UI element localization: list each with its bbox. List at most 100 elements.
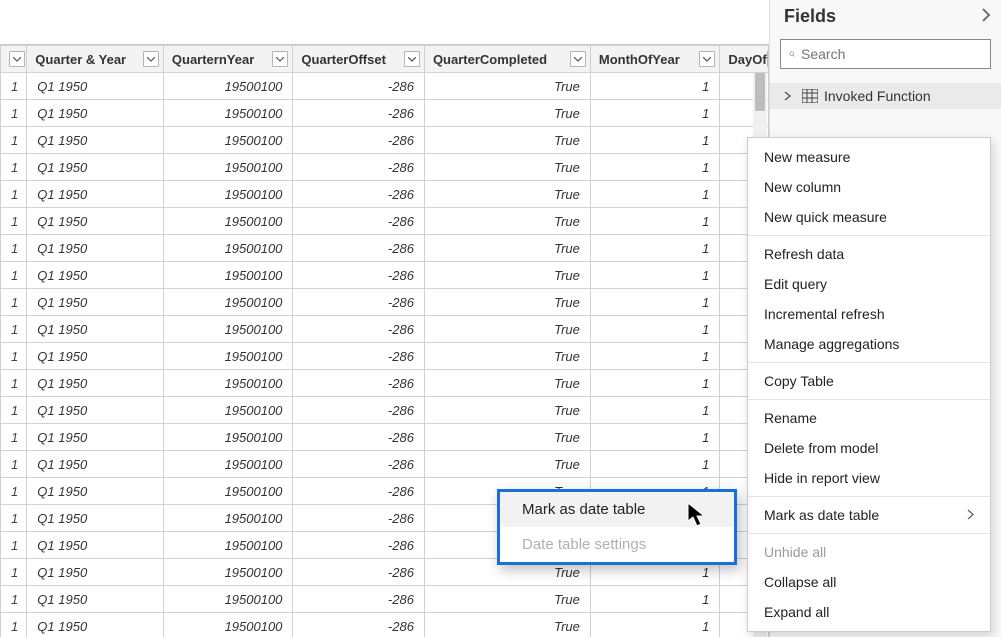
menu-item-copy-table[interactable]: Copy Table <box>748 366 990 396</box>
menu-separator <box>748 533 990 534</box>
menu-item-collapse-all[interactable]: Collapse all <box>748 567 990 597</box>
row-index-header[interactable] <box>1 46 27 73</box>
menu-item-label: Edit query <box>764 276 827 292</box>
row-index-cell: 1 <box>1 73 27 100</box>
cell-qy: Q1 1950 <box>27 505 164 532</box>
menu-item-new-quick-measure[interactable]: New quick measure <box>748 202 990 232</box>
menu-item-rename[interactable]: Rename <box>748 403 990 433</box>
cell-qy: Q1 1950 <box>27 532 164 559</box>
menu-item-new-measure[interactable]: New measure <box>748 142 990 172</box>
menu-item-incremental-refresh[interactable]: Incremental refresh <box>748 299 990 329</box>
fields-tree-item-invoked-function[interactable]: Invoked Function <box>770 83 1001 109</box>
menu-item-refresh-data[interactable]: Refresh data <box>748 239 990 269</box>
table-row[interactable]: 1Q1 195019500100-286True1 <box>1 424 769 451</box>
menu-item-label: Manage aggregations <box>764 336 899 352</box>
table-row[interactable]: 1Q1 195019500100-286True1 <box>1 208 769 235</box>
table-row[interactable]: 1Q1 195019500100-286True1 <box>1 343 769 370</box>
cell-qcomp: True <box>424 127 590 154</box>
filter-dropdown-icon[interactable] <box>699 51 715 67</box>
menu-item-edit-query[interactable]: Edit query <box>748 269 990 299</box>
menu-item-hide-in-report-view[interactable]: Hide in report view <box>748 463 990 493</box>
cell-qoff: -286 <box>293 316 425 343</box>
filter-dropdown-icon[interactable] <box>272 51 288 67</box>
cell-qy: Q1 1950 <box>27 181 164 208</box>
table-row[interactable]: 1Q1 195019500100-286True1 <box>1 235 769 262</box>
cell-qny: 19500100 <box>163 316 293 343</box>
table-row[interactable]: 1Q1 195019500100-286True1 <box>1 73 769 100</box>
filter-dropdown-icon[interactable] <box>767 51 769 67</box>
column-header-qcomp[interactable]: QuarterCompleted <box>424 46 590 73</box>
table-row[interactable]: 1Q1 195019500100-286True1 <box>1 451 769 478</box>
table-row[interactable]: 1Q1 195019500100-286True1 <box>1 370 769 397</box>
menu-item-new-column[interactable]: New column <box>748 172 990 202</box>
row-index-cell: 1 <box>1 289 27 316</box>
cell-qny: 19500100 <box>163 289 293 316</box>
cell-qcomp: True <box>424 289 590 316</box>
menu-item-expand-all[interactable]: Expand all <box>748 597 990 627</box>
filter-dropdown-icon[interactable] <box>570 51 586 67</box>
row-index-cell: 1 <box>1 343 27 370</box>
column-header-moy[interactable]: MonthOfYear <box>590 46 720 73</box>
cell-qy: Q1 1950 <box>27 289 164 316</box>
filter-icon[interactable] <box>9 51 25 67</box>
menu-item-mark-as-date-table[interactable]: Mark as date table <box>748 500 990 530</box>
cell-qny: 19500100 <box>163 505 293 532</box>
cell-qcomp: True <box>424 100 590 127</box>
table-row[interactable]: 1Q1 195019500100-286True1 <box>1 613 769 637</box>
table-row[interactable]: 1Q1 195019500100-286True1 <box>1 181 769 208</box>
fields-title: Fields <box>784 6 836 27</box>
cell-qy: Q1 1950 <box>27 100 164 127</box>
row-index-cell: 1 <box>1 208 27 235</box>
chevron-right-icon[interactable] <box>784 88 798 104</box>
cell-qoff: -286 <box>293 532 425 559</box>
column-header-qy[interactable]: Quarter & Year <box>27 46 164 73</box>
table-row[interactable]: 1Q1 195019500100-286True1 <box>1 316 769 343</box>
cell-qoff: -286 <box>293 154 425 181</box>
cell-qny: 19500100 <box>163 127 293 154</box>
table-row[interactable]: 1Q1 195019500100-286True1 <box>1 289 769 316</box>
cell-moy: 1 <box>590 208 720 235</box>
cell-qy: Q1 1950 <box>27 235 164 262</box>
cell-qy: Q1 1950 <box>27 343 164 370</box>
menu-item-delete-from-model[interactable]: Delete from model <box>748 433 990 463</box>
cell-qny: 19500100 <box>163 370 293 397</box>
filter-dropdown-icon[interactable] <box>143 51 159 67</box>
chevron-right-icon[interactable] <box>982 6 991 27</box>
filter-dropdown-icon[interactable] <box>404 51 420 67</box>
row-index-cell: 1 <box>1 127 27 154</box>
cell-qy: Q1 1950 <box>27 208 164 235</box>
cell-moy: 1 <box>590 343 720 370</box>
cell-qy: Q1 1950 <box>27 262 164 289</box>
column-label: DayOf <box>728 52 766 67</box>
scrollbar-thumb[interactable] <box>755 73 765 111</box>
table-row[interactable]: 1Q1 195019500100-286True1 <box>1 100 769 127</box>
menu-separator <box>748 496 990 497</box>
cell-qcomp: True <box>424 235 590 262</box>
menu-item-label: Unhide all <box>764 544 826 560</box>
row-index-cell: 1 <box>1 397 27 424</box>
table-row[interactable]: 1Q1 195019500100-286True1 <box>1 127 769 154</box>
table-row[interactable]: 1Q1 195019500100-286True1 <box>1 154 769 181</box>
menu-item-label: New measure <box>764 149 850 165</box>
menu-item-manage-aggregations[interactable]: Manage aggregations <box>748 329 990 359</box>
cell-qcomp: True <box>424 208 590 235</box>
cell-qcomp: True <box>424 586 590 613</box>
column-header-qny[interactable]: QuarternYear <box>163 46 293 73</box>
row-index-cell: 1 <box>1 586 27 613</box>
cell-qcomp: True <box>424 316 590 343</box>
fields-search-box[interactable] <box>780 39 991 69</box>
cell-qoff: -286 <box>293 181 425 208</box>
column-header-qoff[interactable]: QuarterOffset <box>293 46 425 73</box>
chevron-right-icon <box>967 508 974 523</box>
cell-moy: 1 <box>590 235 720 262</box>
search-input[interactable] <box>801 46 982 62</box>
column-label: QuarterCompleted <box>433 52 547 67</box>
cell-qoff: -286 <box>293 505 425 532</box>
table-row[interactable]: 1Q1 195019500100-286True1 <box>1 262 769 289</box>
column-header-doy[interactable]: DayOf <box>720 46 769 73</box>
cell-qoff: -286 <box>293 208 425 235</box>
cell-qny: 19500100 <box>163 613 293 637</box>
column-label: MonthOfYear <box>599 52 680 67</box>
table-row[interactable]: 1Q1 195019500100-286True1 <box>1 397 769 424</box>
table-row[interactable]: 1Q1 195019500100-286True1 <box>1 586 769 613</box>
